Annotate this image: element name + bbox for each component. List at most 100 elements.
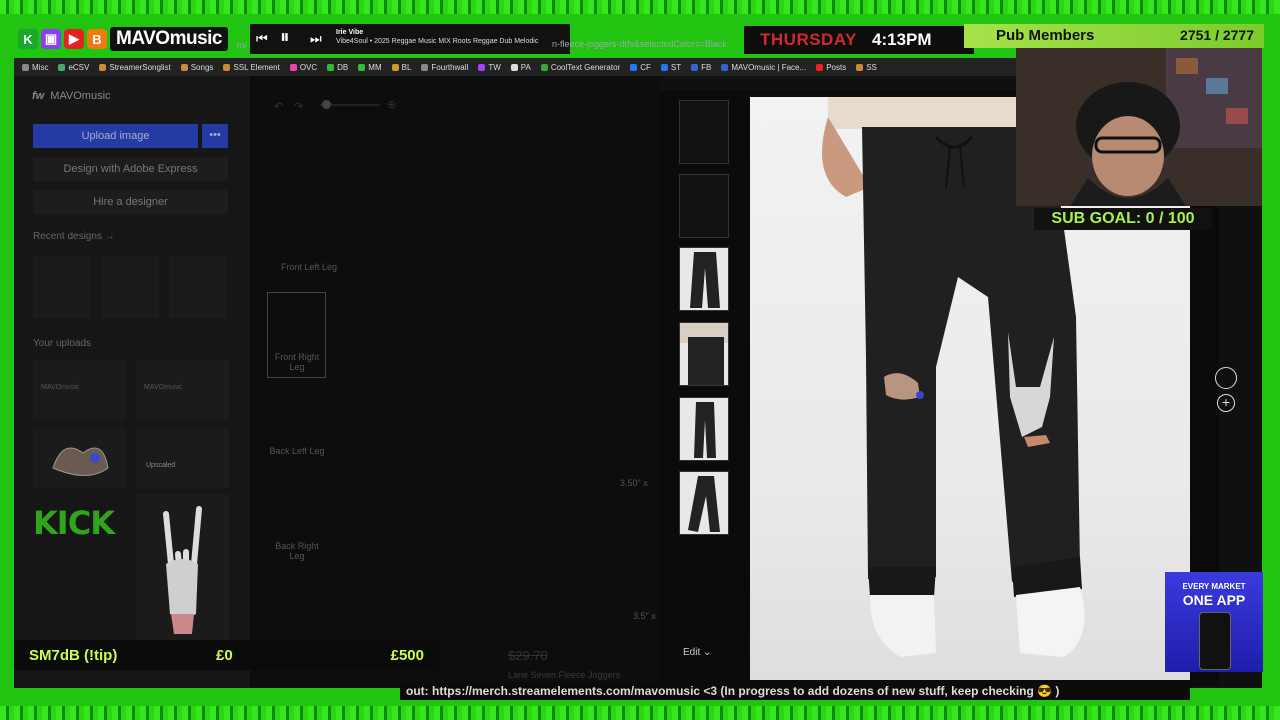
bookmark-favicon-icon — [421, 63, 429, 71]
stream-overlay: K ▣ ▶ B MAVOmusic ⏮ ⏸ ⏭ Irie Vibe Vibe4S… — [0, 0, 1280, 720]
bookmark-label: SSL Element — [233, 62, 280, 72]
bookmark-item[interactable]: Posts — [816, 63, 846, 72]
pub-members-counter: Pub Members 2751 / 2777 — [964, 24, 1264, 48]
bookmark-label: SS — [866, 62, 877, 72]
price-label: $29.70 — [508, 648, 548, 663]
clock-display: THURSDAY 4:13PM — [744, 26, 974, 54]
preview-thumb[interactable] — [679, 471, 729, 535]
bookmark-label: Misc — [32, 62, 49, 72]
bookmark-favicon-icon — [391, 63, 399, 71]
recent-design-thumb[interactable] — [169, 256, 227, 318]
bookmark-item[interactable]: ST — [660, 63, 681, 72]
preview-thumb-selected[interactable] — [679, 247, 729, 311]
bookmark-favicon-icon — [289, 63, 297, 71]
upload-image-button[interactable]: Upload image — [33, 124, 198, 148]
part-back-left-leg[interactable]: Back Left Leg — [268, 446, 326, 456]
upload-thumb-skeleton-hand[interactable] — [136, 494, 229, 644]
zoom-in-icon[interactable]: ⊕ — [387, 98, 396, 111]
bookmark-favicon-icon — [660, 63, 668, 71]
sub-goal-counter: SUB GOAL: 0 / 100 — [1034, 208, 1212, 230]
redo-icon[interactable]: ↷ — [294, 100, 303, 113]
kick-logo-upload[interactable]: KICK — [33, 504, 115, 542]
bookmark-item[interactable]: MAVOmusic | Face... — [721, 63, 806, 72]
bookmark-item[interactable]: FB — [691, 63, 711, 72]
bookmark-favicon-icon — [22, 63, 29, 71]
tip-goal-target: £500 — [390, 647, 424, 664]
recent-designs-link[interactable]: Recent designs → — [33, 231, 115, 242]
part-front-right-leg[interactable]: Front Right Leg — [268, 352, 326, 372]
bookmark-item[interactable]: PA — [510, 63, 531, 72]
song-artist: Vibe4Soul • 2025 Reggae Music MIX Roots … — [336, 38, 539, 45]
next-icon[interactable]: ⏭ — [310, 31, 322, 47]
bookmark-favicon-icon — [180, 63, 188, 71]
bookmark-favicon-icon — [327, 63, 335, 71]
address-bar-url[interactable]: n-fleece-joggers-dtfx&selectedColors=Bla… — [552, 39, 727, 49]
bookmark-item[interactable]: Fourthwall — [421, 63, 468, 72]
bookmark-item[interactable]: SS — [856, 63, 877, 72]
bookmark-favicon-icon — [816, 63, 824, 71]
preview-thumb[interactable] — [679, 397, 729, 461]
bookmark-label: MM — [368, 62, 382, 72]
bookmark-item[interactable]: eCSV — [58, 63, 89, 72]
upload-thumb-hand[interactable] — [33, 428, 126, 488]
time-label: 4:13PM — [872, 30, 932, 49]
dimension-label: 3.5" x — [633, 611, 656, 621]
bookmarks-bar: Misc eCSV StreamerSonglist Songs SSL Element… — [14, 58, 1026, 76]
bookmark-item[interactable]: CoolText Generator — [540, 62, 621, 72]
part-front-left-leg[interactable]: Front Left Leg — [280, 262, 338, 272]
bookmark-label: eCSV — [68, 62, 90, 72]
previous-icon[interactable]: ⏮ — [256, 31, 268, 47]
zoom-plus-icon[interactable]: + — [1217, 394, 1235, 412]
edit-dropdown-button[interactable]: Edit ⌄ — [683, 647, 711, 658]
more-options-button[interactable]: ••• — [202, 124, 228, 148]
upload-thumb-label: MAVOmusic — [41, 384, 80, 391]
bookmark-item[interactable]: DB — [327, 63, 348, 72]
preview-thumb[interactable] — [679, 100, 729, 164]
recent-design-thumb[interactable] — [101, 256, 159, 318]
undo-icon[interactable]: ↶ — [274, 100, 283, 113]
bookmark-favicon-icon — [691, 63, 699, 71]
part-back-right-leg[interactable]: Back Right Leg — [268, 541, 326, 561]
brand-mark: fw — [32, 90, 45, 102]
upload-thumb-upscaled[interactable]: Upscaled — [136, 428, 229, 488]
hire-designer-button[interactable]: Hire a designer — [33, 190, 228, 214]
song-title: Irie Vibe — [336, 29, 364, 36]
upload-thumb[interactable]: MAVOmusic — [33, 360, 126, 420]
zoom-slider-handle[interactable] — [322, 100, 331, 109]
bookmark-favicon-icon — [358, 63, 366, 71]
twitch-icon: ▣ — [41, 29, 61, 49]
chevron-down-icon: ⌄ — [703, 647, 712, 658]
jogger-front-thumb — [690, 252, 720, 308]
youtube-icon: ▶ — [64, 29, 84, 49]
your-uploads-heading: Your uploads — [33, 338, 92, 349]
preview-thumb[interactable] — [679, 322, 729, 386]
bookmark-item[interactable]: Songs — [180, 63, 213, 72]
upload-thumb[interactable]: MAVOmusic — [136, 360, 229, 420]
bookmark-label: CoolText Generator — [550, 62, 621, 72]
sponsor-ad[interactable]: EVERY MARKET ONE APP — [1165, 572, 1263, 672]
bookmark-label: DB — [337, 62, 349, 72]
b-icon: B — [87, 29, 107, 49]
bookmark-item[interactable]: Misc — [22, 63, 48, 72]
bookmark-item[interactable]: MM — [358, 62, 382, 72]
bookmark-favicon-icon — [721, 63, 729, 71]
bookmark-item[interactable]: BL — [391, 63, 411, 72]
jogger-side-thumb — [680, 323, 728, 385]
bookmark-item[interactable]: CF — [630, 63, 651, 72]
logo-text: MAVOmusic — [110, 27, 229, 51]
design-with-adobe-express-button[interactable]: Design with Adobe Express — [33, 157, 228, 181]
zoom-circle-icon[interactable] — [1215, 367, 1237, 389]
music-player: ⏮ ⏸ ⏭ Irie Vibe Vibe4Soul • 2025 Reggae … — [250, 24, 570, 54]
bookmark-label: OVC — [299, 62, 318, 72]
bookmark-item[interactable]: SSL Element — [223, 62, 280, 72]
designer-sidebar: fw MAVOmusic Upload image ••• Design wit… — [14, 76, 250, 688]
bookmark-item[interactable]: TW — [478, 63, 501, 72]
phone-image — [1199, 612, 1231, 670]
preview-thumb[interactable] — [679, 174, 729, 238]
bookmark-item[interactable]: StreamerSonglist — [99, 63, 171, 72]
design-canvas: ↶ ↷ ⊕ Front Left Leg Front Right Leg Bac… — [250, 76, 658, 688]
pause-icon[interactable]: ⏸ — [280, 27, 290, 49]
bookmark-item[interactable]: OVC — [289, 62, 318, 72]
recent-design-thumb[interactable] — [33, 256, 91, 318]
bookmark-label: Posts — [826, 62, 847, 72]
